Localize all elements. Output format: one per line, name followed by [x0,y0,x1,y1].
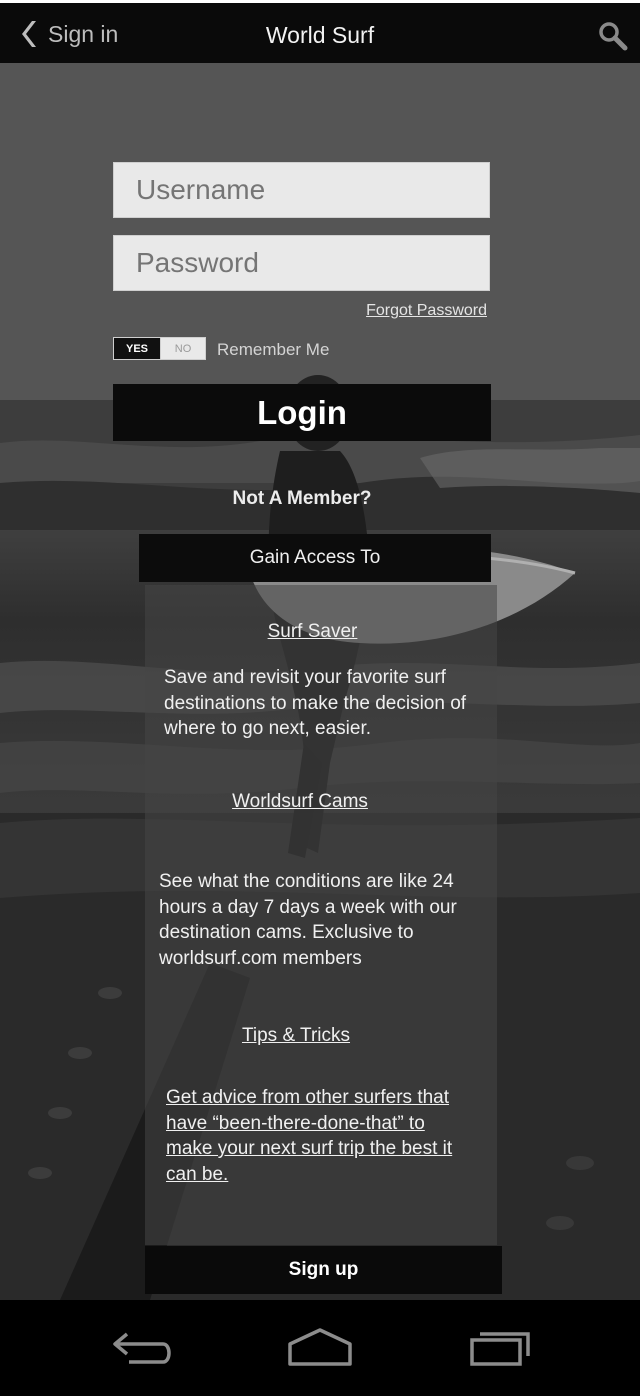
gain-access-header: Gain Access To [139,534,491,582]
top-bar: Sign in World Surf [0,0,640,63]
forgot-password-link[interactable]: Forgot Password [366,302,487,320]
toggle-no-option[interactable]: NO [161,338,205,359]
signup-button[interactable]: Sign up [145,1246,502,1294]
feature-desc-worldsurf-cams: See what the conditions are like 24 hour… [159,871,457,969]
app-title: World Surf [265,22,375,48]
toggle-yes-option[interactable]: YES [114,338,161,359]
feature-title-worldsurf-cams[interactable]: Worldsurf Cams [145,791,455,813]
feature-title-surf-saver[interactable]: Surf Saver [170,621,455,643]
features-panel: Surf Saver Save and revisit your favorit… [145,585,497,1245]
search-icon[interactable] [598,21,628,51]
feature-desc-surf-saver: Save and revisit your favorite surf dest… [164,667,467,739]
password-input[interactable] [113,235,490,291]
android-nav-bar [0,1300,640,1396]
android-back-icon[interactable] [103,1322,183,1372]
app-screen: Sign in World Surf Username Forgot Passw… [0,0,640,1396]
not-a-member-heading: Not A Member? [232,488,372,509]
feature-desc-tips-tricks[interactable]: Get advice from other surfers that have … [166,1085,476,1187]
android-recent-apps-icon[interactable] [460,1322,540,1372]
login-button[interactable]: Login [113,384,491,441]
feature-title-tips-tricks[interactable]: Tips & Tricks [145,1025,447,1047]
remember-me-label: Remember Me [217,340,330,359]
remember-me-toggle[interactable]: YES NO [113,337,206,360]
username-input[interactable] [113,162,490,218]
android-home-icon[interactable] [280,1322,360,1372]
